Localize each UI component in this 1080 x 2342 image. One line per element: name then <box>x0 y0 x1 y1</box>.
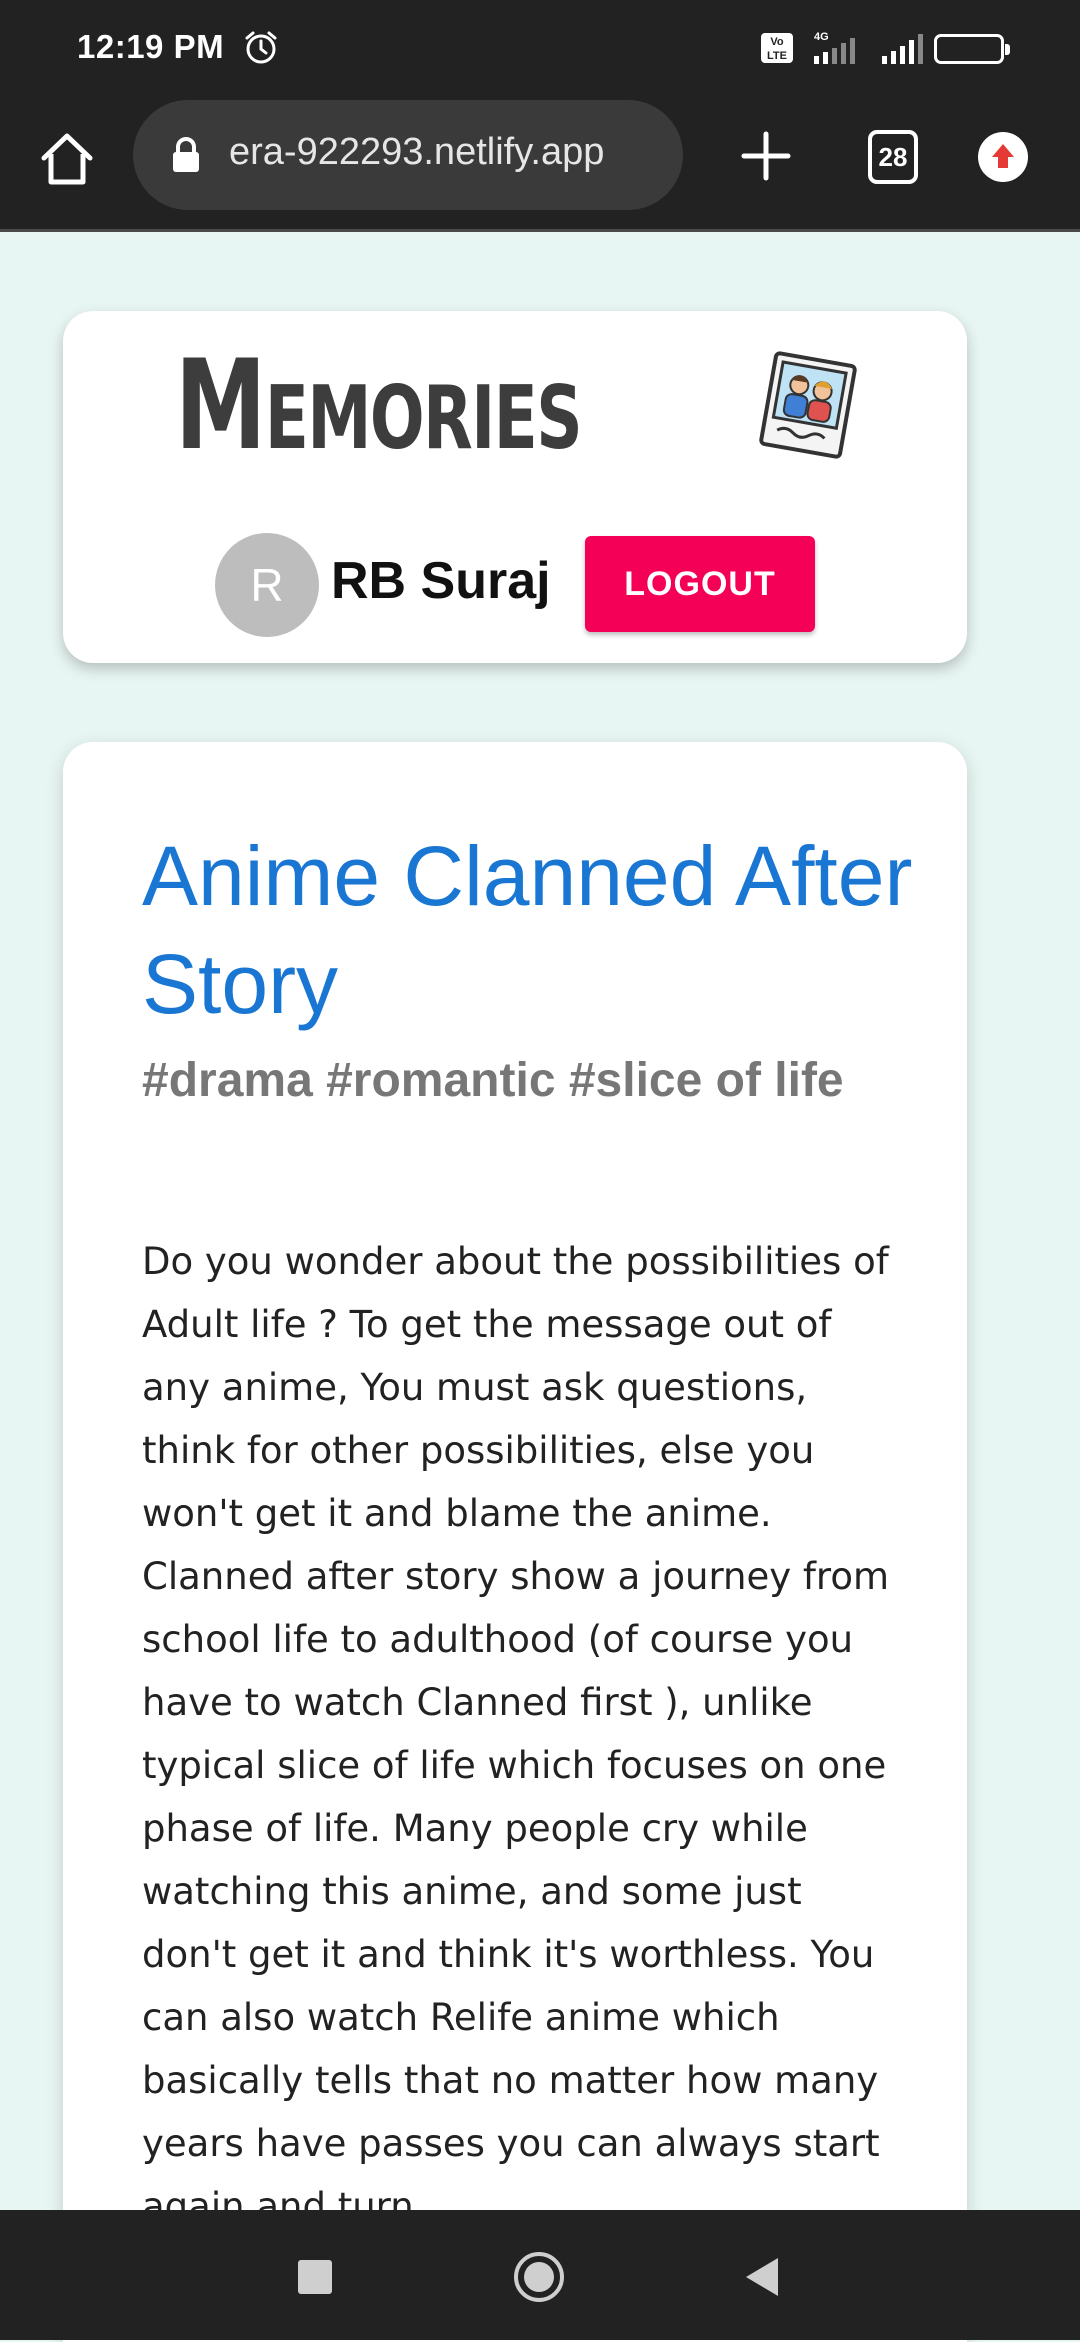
tab-switcher-button[interactable]: 28 <box>868 130 918 184</box>
avatar: R <box>215 533 319 637</box>
app-title: Memories <box>175 334 583 478</box>
post-tags: #drama #romantic #slice of life <box>142 1054 844 1107</box>
recent-apps-icon[interactable] <box>298 2260 332 2294</box>
app-header-card: Memories R RB Suraj LOGOUT <box>63 311 967 663</box>
battery-icon: 57 <box>934 34 1010 64</box>
address-bar[interactable]: era-922293.netlify.app <box>133 100 683 210</box>
status-time: 12:19 PM <box>77 28 225 65</box>
home-circle-icon[interactable] <box>512 2250 566 2304</box>
cell-signal-icon <box>882 34 923 64</box>
update-icon[interactable] <box>978 132 1028 182</box>
user-name: RB Suraj <box>331 552 551 610</box>
home-icon[interactable] <box>36 128 98 190</box>
lock-icon <box>173 137 199 172</box>
back-icon[interactable] <box>742 2254 782 2300</box>
svg-text:LTE: LTE <box>767 50 787 62</box>
memories-photo-icon <box>759 351 857 459</box>
post-message: Do you wonder about the possibilities of… <box>142 1240 890 2228</box>
memory-post-card: Anime Clanned After Story #drama #romant… <box>63 742 967 2342</box>
cell-signal-4g-icon: 4G <box>814 31 855 64</box>
volte-icon: Vo LTE <box>761 33 793 63</box>
arrow-up-icon <box>992 144 1014 168</box>
alarm-icon <box>245 31 277 64</box>
url-text: era-922293.netlify.app <box>229 131 605 173</box>
new-tab-icon[interactable] <box>736 126 796 186</box>
status-bar: 12:19 PM Vo LTE 4G 57 <box>0 0 1080 96</box>
svg-text:Vo: Vo <box>770 36 784 48</box>
logout-button[interactable]: LOGOUT <box>585 536 815 632</box>
post-title: Anime Clanned After Story <box>142 829 913 1031</box>
system-nav-bar <box>0 2210 1080 2340</box>
svg-text:4G: 4G <box>814 31 829 43</box>
browser-toolbar: era-922293.netlify.app 28 <box>0 96 1080 232</box>
battery-level: 57 <box>956 35 982 60</box>
